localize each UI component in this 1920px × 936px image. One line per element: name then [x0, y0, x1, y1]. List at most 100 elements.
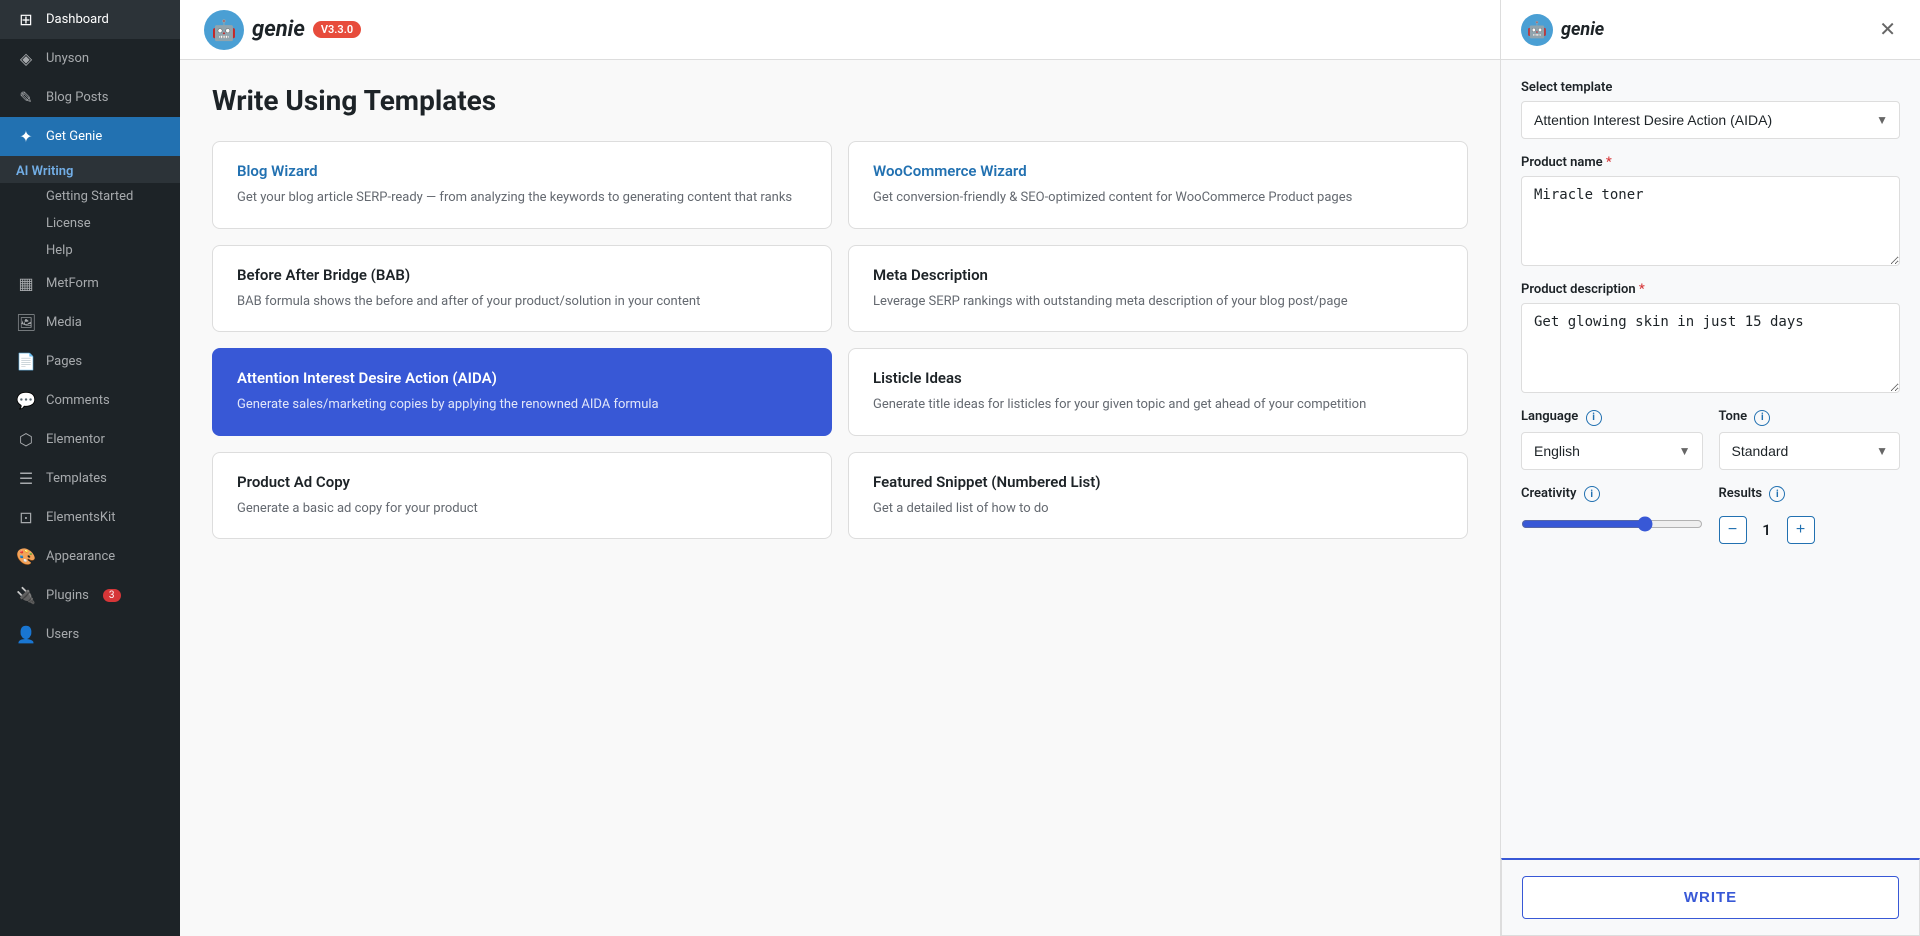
sidebar-item-label: Plugins — [46, 588, 89, 603]
sidebar-item-unyson[interactable]: ◈ Unyson — [0, 39, 180, 78]
sidebar-item-dashboard[interactable]: ⊞ Dashboard — [0, 0, 180, 39]
sidebar-item-appearance[interactable]: 🎨 Appearance — [0, 537, 180, 576]
template-card-listicle-ideas[interactable]: Listicle Ideas Generate title ideas for … — [848, 348, 1468, 436]
template-card-blog-wizard[interactable]: Blog Wizard Get your blog article SERP-r… — [212, 141, 832, 229]
genie-icon: ✦ — [16, 127, 36, 146]
select-template-wrapper: Attention Interest Desire Action (AIDA) … — [1521, 101, 1900, 139]
elementor-icon: ⬡ — [16, 430, 36, 449]
results-decrement-button[interactable]: − — [1719, 516, 1747, 544]
sidebar-item-label: Get Genie — [46, 129, 102, 144]
language-info-icon[interactable]: i — [1586, 410, 1602, 426]
pages-icon: 📄 — [16, 352, 36, 371]
creativity-slider[interactable] — [1521, 516, 1703, 532]
product-description-group: Product description * Get glowing skin i… — [1521, 282, 1900, 393]
product-name-required: * — [1606, 155, 1612, 170]
results-increment-button[interactable]: + — [1787, 516, 1815, 544]
metform-icon: ▦ — [16, 274, 36, 293]
panel-body: Select template Attention Interest Desir… — [1501, 60, 1920, 564]
tone-group: Tone i Standard Formal Casual Humorous ▼ — [1719, 409, 1901, 470]
panel-genie-logo: 🤖 genie — [1521, 14, 1604, 46]
template-card-desc: Generate title ideas for listicles for y… — [873, 395, 1443, 415]
template-card-meta-description[interactable]: Meta Description Leverage SERP rankings … — [848, 245, 1468, 333]
sidebar-item-plugins[interactable]: 🔌 Plugins 3 — [0, 576, 180, 615]
template-card-title: Featured Snippet (Numbered List) — [873, 473, 1443, 491]
sidebar-item-pages[interactable]: 📄 Pages — [0, 342, 180, 381]
template-grid: Blog Wizard Get your blog article SERP-r… — [212, 141, 1468, 539]
sidebar-item-help[interactable]: Help — [0, 237, 180, 264]
template-card-title: Attention Interest Desire Action (AIDA) — [237, 369, 807, 387]
tone-label: Tone i — [1719, 409, 1901, 426]
select-template-label: Select template — [1521, 80, 1900, 95]
sidebar-item-label: Dashboard — [46, 12, 109, 27]
template-card-desc: Get a detailed list of how to do — [873, 499, 1443, 519]
template-card-desc: Leverage SERP rankings with outstanding … — [873, 292, 1443, 312]
product-description-required: * — [1639, 282, 1645, 297]
sidebar-item-users[interactable]: 👤 Users — [0, 615, 180, 654]
select-template-group: Select template Attention Interest Desir… — [1521, 80, 1900, 139]
sidebar: ⊞ Dashboard ◈ Unyson ✎ Blog Posts ✦ Get … — [0, 0, 180, 936]
creativity-slider-container — [1521, 516, 1703, 536]
product-name-group: Product name * Miracle toner — [1521, 155, 1900, 266]
creativity-info-icon[interactable]: i — [1584, 486, 1600, 502]
sidebar-item-label: Templates — [46, 471, 107, 486]
template-card-title: Blog Wizard — [237, 162, 807, 180]
language-select[interactable]: English Spanish French German — [1521, 432, 1703, 470]
main-area: 🤖 genie V3.3.0 Write Using Templates Blo… — [180, 0, 1500, 936]
sidebar-item-label: MetForm — [46, 276, 99, 291]
tone-select[interactable]: Standard Formal Casual Humorous — [1719, 432, 1901, 470]
creativity-label: Creativity i — [1521, 486, 1703, 503]
users-icon: 👤 — [16, 625, 36, 644]
genie-logo-text: genie — [252, 17, 305, 42]
close-panel-button[interactable]: ✕ — [1875, 16, 1900, 44]
sidebar-item-blog-posts[interactable]: ✎ Blog Posts — [0, 78, 180, 117]
template-card-featured-snippet[interactable]: Featured Snippet (Numbered List) Get a d… — [848, 452, 1468, 540]
results-label: Results i — [1719, 486, 1901, 503]
edit-icon: ✎ — [16, 88, 36, 107]
tone-info-icon[interactable]: i — [1754, 410, 1770, 426]
template-card-aida[interactable]: Attention Interest Desire Action (AIDA) … — [212, 348, 832, 436]
sidebar-item-elementskit[interactable]: ⊡ ElementsKit — [0, 498, 180, 537]
product-name-input[interactable]: Miracle toner — [1521, 176, 1900, 266]
license-label: License — [46, 216, 91, 231]
template-card-bab[interactable]: Before After Bridge (BAB) BAB formula sh… — [212, 245, 832, 333]
write-button-container: WRITE — [1501, 858, 1920, 936]
results-value: 1 — [1755, 521, 1779, 539]
appearance-icon: 🎨 — [16, 547, 36, 566]
sidebar-item-get-genie[interactable]: ✦ Get Genie — [0, 117, 180, 156]
right-panel: 🤖 genie ✕ Select template Attention Inte… — [1500, 0, 1920, 936]
unyson-icon: ◈ — [16, 49, 36, 68]
sidebar-item-label: Unyson — [46, 51, 89, 66]
template-card-woocommerce-wizard[interactable]: WooCommerce Wizard Get conversion-friend… — [848, 141, 1468, 229]
template-card-desc: Generate a basic ad copy for your produc… — [237, 499, 807, 519]
comments-icon: 💬 — [16, 391, 36, 410]
template-card-title: Before After Bridge (BAB) — [237, 266, 807, 284]
ai-writing-label: AI Writing — [16, 164, 73, 179]
select-template-input[interactable]: Attention Interest Desire Action (AIDA) … — [1521, 101, 1900, 139]
results-info-icon[interactable]: i — [1769, 486, 1785, 502]
creativity-results-row: Creativity i Results i − 1 + — [1521, 486, 1900, 545]
sidebar-item-templates[interactable]: ☰ Templates — [0, 459, 180, 498]
product-description-input[interactable]: Get glowing skin in just 15 days — [1521, 303, 1900, 393]
sidebar-item-comments[interactable]: 💬 Comments — [0, 381, 180, 420]
getting-started-label: Getting Started — [46, 189, 133, 204]
sidebar-item-media[interactable]: 🖼 Media — [0, 303, 180, 342]
product-description-label: Product description * — [1521, 282, 1900, 297]
sidebar-item-elementor[interactable]: ⬡ Elementor — [0, 420, 180, 459]
write-button[interactable]: WRITE — [1522, 876, 1899, 919]
sidebar-item-metform[interactable]: ▦ MetForm — [0, 264, 180, 303]
template-card-desc: BAB formula shows the before and after o… — [237, 292, 807, 312]
panel-header: 🤖 genie ✕ — [1501, 0, 1920, 60]
template-card-product-ad-copy[interactable]: Product Ad Copy Generate a basic ad copy… — [212, 452, 832, 540]
version-badge: V3.3.0 — [313, 21, 361, 38]
template-card-title: WooCommerce Wizard — [873, 162, 1443, 180]
sidebar-item-getting-started[interactable]: Getting Started — [0, 183, 180, 210]
sidebar-section-ai-writing: AI Writing — [0, 156, 180, 183]
results-group: Results i − 1 + — [1719, 486, 1901, 545]
dashboard-icon: ⊞ — [16, 10, 36, 29]
sidebar-item-license[interactable]: License — [0, 210, 180, 237]
sidebar-item-label: Elementor — [46, 432, 105, 447]
template-card-title: Product Ad Copy — [237, 473, 807, 491]
genie-logo: 🤖 genie V3.3.0 — [204, 10, 361, 50]
plugins-icon: 🔌 — [16, 586, 36, 605]
template-card-title: Meta Description — [873, 266, 1443, 284]
